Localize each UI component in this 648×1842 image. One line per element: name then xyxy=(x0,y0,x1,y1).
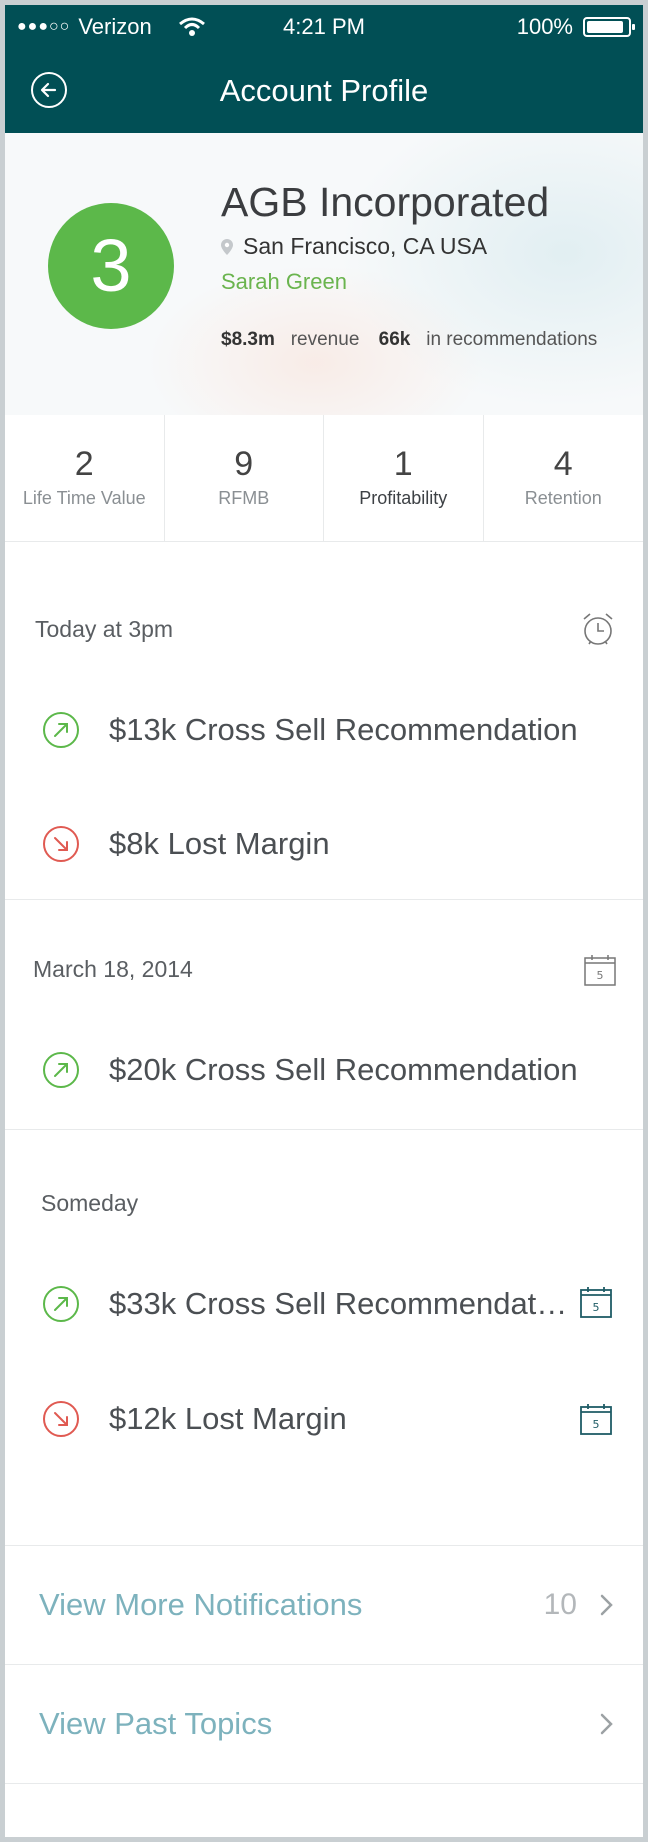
account-metrics: $8.3m revenue 66k in recommendations xyxy=(221,329,611,351)
nav-bar: Account Profile xyxy=(5,49,643,133)
trend-down-icon xyxy=(43,826,79,862)
header: ●●●○○ Verizon 4:21 PM 100% Account Profi… xyxy=(5,5,643,133)
section-title: Today at 3pm xyxy=(35,616,174,642)
stat-profitability[interactable]: 1 Profitability xyxy=(324,415,484,541)
notification-count: 10 xyxy=(543,1588,577,1621)
calendar-icon[interactable]: 5 xyxy=(579,1402,613,1436)
link-label: View Past Topics xyxy=(39,1706,273,1741)
section-header-today: Today at 3pm xyxy=(5,587,643,672)
list-item[interactable]: $12k Lost Margin 5 xyxy=(5,1363,643,1476)
trend-up-icon xyxy=(43,712,79,748)
location-text: San Francisco, CA USA xyxy=(243,233,488,259)
item-text: $20k Cross Sell Recommendation xyxy=(109,1052,578,1087)
calendar-day: 5 xyxy=(593,1418,600,1431)
trend-up-icon xyxy=(43,1286,79,1322)
screen: ●●●○○ Verizon 4:21 PM 100% Account Profi… xyxy=(5,5,643,1837)
section-header-someday: Someday xyxy=(5,1161,643,1246)
page-title: Account Profile xyxy=(219,73,429,108)
calendar-icon[interactable]: 5 xyxy=(579,1285,613,1319)
view-past-topics-link[interactable]: View Past Topics xyxy=(5,1665,643,1784)
stat-lifetime-value[interactable]: 2 Life Time Value xyxy=(5,415,165,541)
location: San Francisco, CA USA xyxy=(221,233,487,260)
list-item[interactable]: $33k Cross Sell Recommendation 5 xyxy=(5,1245,643,1364)
list-item[interactable]: $13k Cross Sell Recommendation xyxy=(5,671,643,790)
item-text: $8k Lost Margin xyxy=(109,826,330,861)
stat-value: 2 xyxy=(74,445,94,483)
stat-label: Retention xyxy=(524,488,602,508)
divider xyxy=(5,1475,643,1546)
stat-label: Life Time Value xyxy=(22,488,146,508)
trend-down-icon xyxy=(43,1401,79,1437)
item-text: $13k Cross Sell Recommendation xyxy=(109,712,578,747)
rank-badge: 3 xyxy=(48,203,174,329)
item-text: $33k Cross Sell Recommendation xyxy=(109,1286,569,1321)
stats-row: 2 Life Time Value 9 RFMB 1 Profitability… xyxy=(5,415,643,542)
stat-value: 4 xyxy=(553,445,573,483)
section-title: March 18, 2014 xyxy=(33,956,193,982)
stat-rfmb[interactable]: 9 RFMB xyxy=(165,415,324,541)
revenue-label: revenue xyxy=(290,329,360,350)
list-item[interactable]: $8k Lost Margin xyxy=(5,789,643,900)
location-pin-icon xyxy=(221,238,233,255)
section-title: Someday xyxy=(41,1190,139,1216)
calendar-day: 5 xyxy=(593,1301,600,1314)
stat-value: 1 xyxy=(393,445,413,483)
calendar-day: 5 xyxy=(597,969,604,982)
contact-link[interactable]: Sarah Green xyxy=(221,269,347,295)
account-summary: 3 AGB Incorporated San Francisco, CA USA… xyxy=(5,133,643,415)
section-header-date: March 18, 2014 5 xyxy=(5,927,643,1012)
link-label: View More Notifications xyxy=(39,1587,363,1622)
revenue-value: $8.3m xyxy=(221,329,275,350)
chevron-right-icon xyxy=(600,1713,613,1735)
recommendations-label: in recommendations xyxy=(426,329,598,350)
battery-percent: 100% xyxy=(516,14,573,39)
view-more-notifications-link[interactable]: View More Notifications 10 xyxy=(5,1546,643,1665)
chevron-right-icon xyxy=(600,1594,613,1616)
status-bar: ●●●○○ Verizon 4:21 PM 100% xyxy=(5,5,643,49)
alarm-clock-icon[interactable] xyxy=(580,611,616,647)
stat-value: 9 xyxy=(234,445,254,483)
stat-retention[interactable]: 4 Retention xyxy=(484,415,644,541)
stat-label: RFMB xyxy=(218,488,270,508)
list-item[interactable]: $20k Cross Sell Recommendation xyxy=(5,1011,643,1130)
company-name: AGB Incorporated xyxy=(221,179,550,225)
item-text: $12k Lost Margin xyxy=(109,1401,347,1436)
stat-label: Profitability xyxy=(359,488,448,508)
trend-up-icon xyxy=(43,1052,79,1088)
recommendations-value: 66k xyxy=(378,329,411,350)
calendar-icon[interactable]: 5 xyxy=(583,953,617,987)
battery-icon xyxy=(583,17,635,37)
